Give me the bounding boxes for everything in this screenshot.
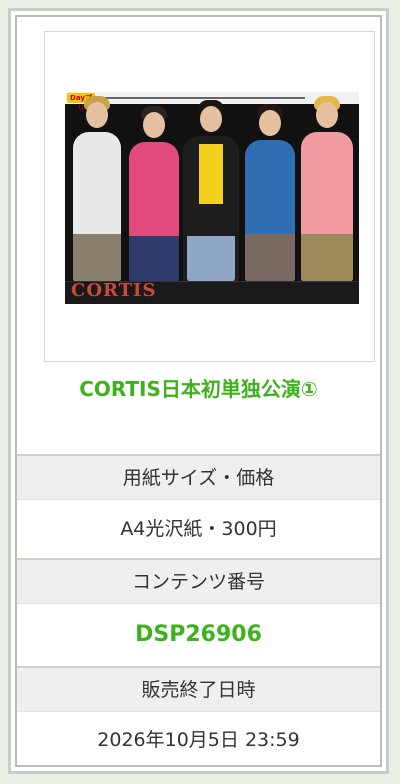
spec-label-sales-end: 販売終了日時 (17, 666, 380, 712)
product-card[interactable]: Dayプリ CORTIS CORTIS日本初単独公演① 用紙サイズ・価格 A4光… (15, 15, 382, 767)
newspaper-caption-strip: CORTIS (65, 280, 359, 304)
product-photo: Dayプリ CORTIS (65, 92, 359, 304)
member-1 (73, 96, 121, 282)
cortis-logo-text: CORTIS (71, 280, 157, 301)
member-3 (183, 100, 239, 282)
spec-value-paper-size-price: A4光沢紙・300円 (120, 518, 277, 540)
member-2 (129, 106, 179, 282)
spec-value-sales-end: 2026年10月5日 23:59 (97, 729, 300, 751)
product-title[interactable]: CORTIS日本初単独公演① (17, 373, 380, 402)
spec-label-content-number: コンテンツ番号 (17, 558, 380, 604)
member-5 (301, 96, 353, 282)
product-card-outer: Dayプリ CORTIS CORTIS日本初単独公演① 用紙サイズ・価格 A4光… (8, 8, 389, 774)
spec-value-content-number: DSP26906 (135, 622, 262, 647)
spec-label-paper-size-price: 用紙サイズ・価格 (17, 454, 380, 500)
member-4 (245, 104, 295, 282)
product-thumbnail[interactable]: Dayプリ CORTIS (44, 31, 375, 362)
